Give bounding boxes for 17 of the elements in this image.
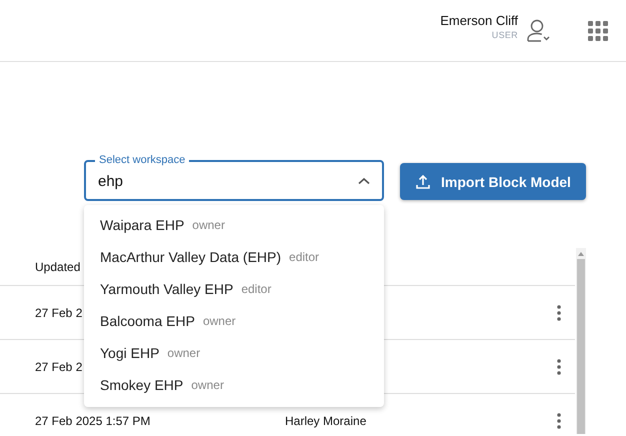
workspace-search-input[interactable]: ehp [98,172,358,190]
table-cell: 27 Feb 2 [35,360,82,374]
workspace-select[interactable]: Select workspace ehp [84,154,384,201]
user-name: Emerson Cliff [440,13,518,28]
user-role: USER [492,30,518,40]
workspace-option[interactable]: Waipara EHP owner [84,209,384,241]
workspace-option[interactable]: MacArthur Valley Data (EHP) editor [84,241,384,273]
table-cell-text: Harley Moraine [285,414,368,428]
workspace-option[interactable]: Yogi EHP owner [84,337,384,369]
workspace-option[interactable]: Yarmouth Valley EHP editor [84,273,384,305]
workspace-option[interactable]: Balcooma EHP owner [84,305,384,337]
column-header: Updated [35,260,80,274]
workspace-option[interactable]: Smokey EHP owner [84,369,384,401]
field-label: Select workspace [98,154,186,167]
table-cell: 27 Feb 2 [35,306,82,320]
import-block-model-button[interactable]: Import Block Model [400,163,586,200]
table-cell: 27 Feb 2025 1:57 PM [35,414,150,428]
